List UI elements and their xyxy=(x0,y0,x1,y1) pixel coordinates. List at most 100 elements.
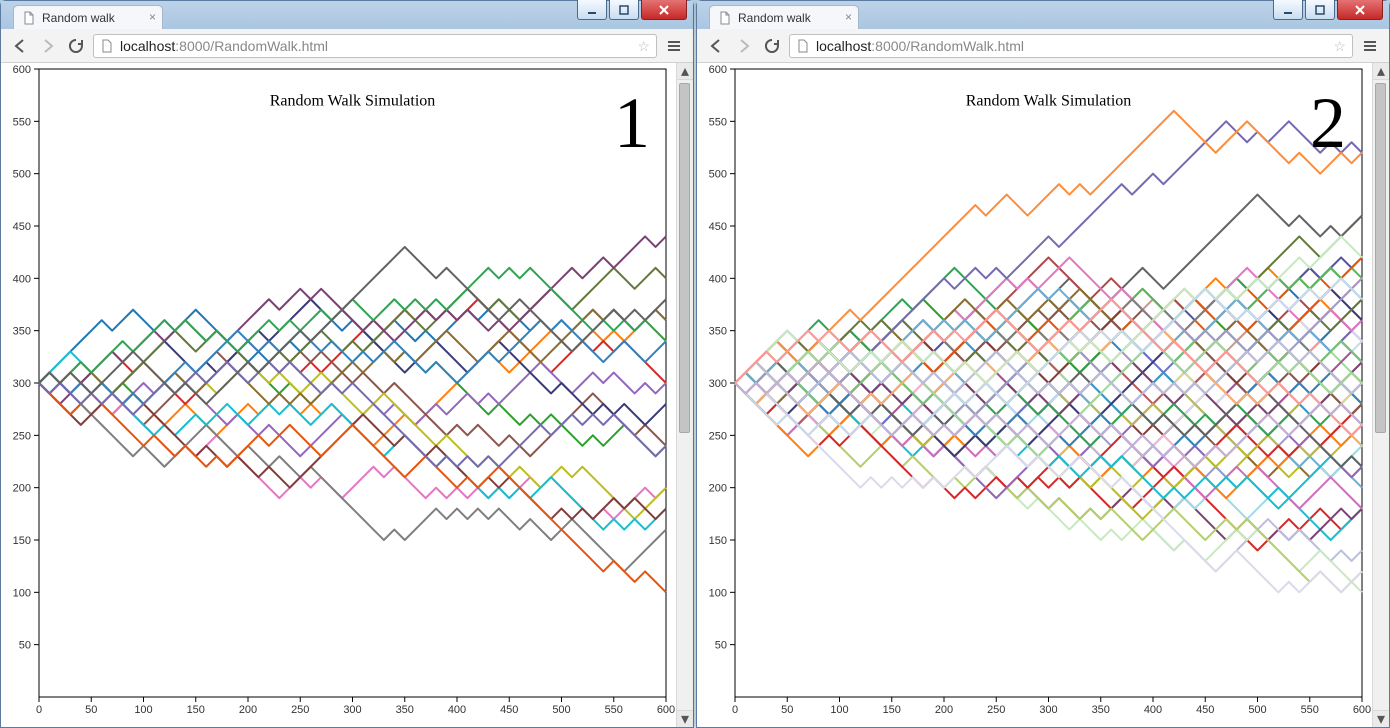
tab-title: Random walk xyxy=(42,11,115,25)
chart-area: 50 100 150 200 250 300 350 400 450 500 550 600 0 50 10… xyxy=(697,63,1372,727)
file-icon xyxy=(22,11,36,25)
svg-text:600: 600 xyxy=(709,64,727,76)
svg-text:0: 0 xyxy=(732,704,738,716)
menu-button[interactable] xyxy=(1359,35,1381,57)
svg-text:50: 50 xyxy=(781,704,793,716)
toolbar: localhost:8000/RandomWalk.html ☆ xyxy=(1,29,693,63)
svg-text:400: 400 xyxy=(448,704,466,716)
scrollbar[interactable]: ▴ ▾ xyxy=(676,63,693,727)
minimize-button[interactable] xyxy=(577,0,607,20)
scroll-thumb[interactable] xyxy=(679,83,690,433)
close-button[interactable] xyxy=(641,0,687,20)
svg-text:200: 200 xyxy=(709,483,727,495)
bookmark-star-icon[interactable]: ☆ xyxy=(1333,38,1346,55)
pane-number-label: 1 xyxy=(614,87,650,159)
reload-button[interactable] xyxy=(761,35,783,57)
svg-text:Random Walk Simulation: Random Walk Simulation xyxy=(966,93,1132,110)
svg-text:200: 200 xyxy=(239,704,257,716)
svg-text:350: 350 xyxy=(709,326,727,338)
svg-text:150: 150 xyxy=(709,535,727,547)
svg-text:500: 500 xyxy=(13,169,31,181)
browser-window: Random walk × localhost:8000/RandomWalk.… xyxy=(696,0,1390,728)
url-path: :8000/RandomWalk.html xyxy=(871,38,1024,54)
svg-text:250: 250 xyxy=(13,430,31,442)
svg-text:0: 0 xyxy=(36,704,42,716)
svg-text:300: 300 xyxy=(13,378,31,390)
url-host: localhost xyxy=(120,38,175,54)
svg-text:150: 150 xyxy=(187,704,205,716)
svg-text:450: 450 xyxy=(1196,704,1214,716)
browser-tab[interactable]: Random walk × xyxy=(13,5,163,29)
address-bar[interactable]: localhost:8000/RandomWalk.html ☆ xyxy=(789,34,1353,58)
svg-text:600: 600 xyxy=(1353,704,1371,716)
chart-area: 50 100 150 200 250 300 350 400 450 500 550 600 0 50 10… xyxy=(1,63,676,727)
file-icon xyxy=(718,11,732,25)
random-walk-chart: 50 100 150 200 250 300 350 400 450 500 550 600 0 50 10… xyxy=(697,63,1374,723)
minimize-button[interactable] xyxy=(1273,0,1303,20)
svg-text:550: 550 xyxy=(13,116,31,128)
browser-tab[interactable]: Random walk × xyxy=(709,5,859,29)
svg-text:400: 400 xyxy=(709,273,727,285)
svg-text:50: 50 xyxy=(19,640,31,652)
close-button[interactable] xyxy=(1337,0,1383,20)
svg-text:250: 250 xyxy=(291,704,309,716)
svg-text:400: 400 xyxy=(1144,704,1162,716)
scroll-down-arrow[interactable]: ▾ xyxy=(1373,710,1389,727)
svg-text:400: 400 xyxy=(13,273,31,285)
svg-text:450: 450 xyxy=(500,704,518,716)
back-button[interactable] xyxy=(705,35,727,57)
svg-text:350: 350 xyxy=(396,704,414,716)
svg-text:250: 250 xyxy=(987,704,1005,716)
svg-text:200: 200 xyxy=(13,483,31,495)
svg-text:100: 100 xyxy=(709,587,727,599)
random-walk-chart: 50 100 150 200 250 300 350 400 450 500 550 600 0 50 10… xyxy=(1,63,678,723)
maximize-button[interactable] xyxy=(1305,0,1335,20)
window-controls xyxy=(577,0,687,20)
svg-text:550: 550 xyxy=(709,116,727,128)
reload-button[interactable] xyxy=(65,35,87,57)
svg-text:550: 550 xyxy=(1301,704,1319,716)
tab-title: Random walk xyxy=(738,11,811,25)
scroll-thumb[interactable] xyxy=(1375,83,1386,433)
pane-number-label: 2 xyxy=(1310,87,1346,159)
svg-text:500: 500 xyxy=(709,169,727,181)
svg-text:50: 50 xyxy=(85,704,97,716)
svg-text:150: 150 xyxy=(13,535,31,547)
svg-text:300: 300 xyxy=(343,704,361,716)
tab-close-icon[interactable]: × xyxy=(149,10,156,24)
page-icon xyxy=(100,39,114,53)
page-icon xyxy=(796,39,810,53)
svg-text:100: 100 xyxy=(134,704,152,716)
url-host: localhost xyxy=(816,38,871,54)
svg-text:500: 500 xyxy=(552,704,570,716)
scroll-up-arrow[interactable]: ▴ xyxy=(677,63,693,80)
address-bar[interactable]: localhost:8000/RandomWalk.html ☆ xyxy=(93,34,657,58)
svg-text:600: 600 xyxy=(657,704,675,716)
browser-window: Random walk × localhost:8000/RandomWalk.… xyxy=(0,0,694,728)
forward-button[interactable] xyxy=(37,35,59,57)
svg-text:100: 100 xyxy=(830,704,848,716)
svg-text:100: 100 xyxy=(13,587,31,599)
tab-close-icon[interactable]: × xyxy=(845,10,852,24)
bookmark-star-icon[interactable]: ☆ xyxy=(637,38,650,55)
svg-text:250: 250 xyxy=(709,430,727,442)
scroll-up-arrow[interactable]: ▴ xyxy=(1373,63,1389,80)
forward-button[interactable] xyxy=(733,35,755,57)
maximize-button[interactable] xyxy=(609,0,639,20)
svg-text:350: 350 xyxy=(1092,704,1110,716)
scroll-down-arrow[interactable]: ▾ xyxy=(677,710,693,727)
toolbar: localhost:8000/RandomWalk.html ☆ xyxy=(697,29,1389,63)
svg-text:150: 150 xyxy=(883,704,901,716)
svg-text:500: 500 xyxy=(1248,704,1266,716)
scrollbar[interactable]: ▴ ▾ xyxy=(1372,63,1389,727)
svg-text:300: 300 xyxy=(709,378,727,390)
menu-button[interactable] xyxy=(663,35,685,57)
svg-text:Random Walk Simulation: Random Walk Simulation xyxy=(270,93,436,110)
page-content: 50 100 150 200 250 300 350 400 450 500 550 600 0 50 10… xyxy=(1,63,693,727)
svg-text:450: 450 xyxy=(709,221,727,233)
url-path: :8000/RandomWalk.html xyxy=(175,38,328,54)
svg-text:200: 200 xyxy=(935,704,953,716)
back-button[interactable] xyxy=(9,35,31,57)
svg-text:550: 550 xyxy=(605,704,623,716)
svg-text:50: 50 xyxy=(715,640,727,652)
